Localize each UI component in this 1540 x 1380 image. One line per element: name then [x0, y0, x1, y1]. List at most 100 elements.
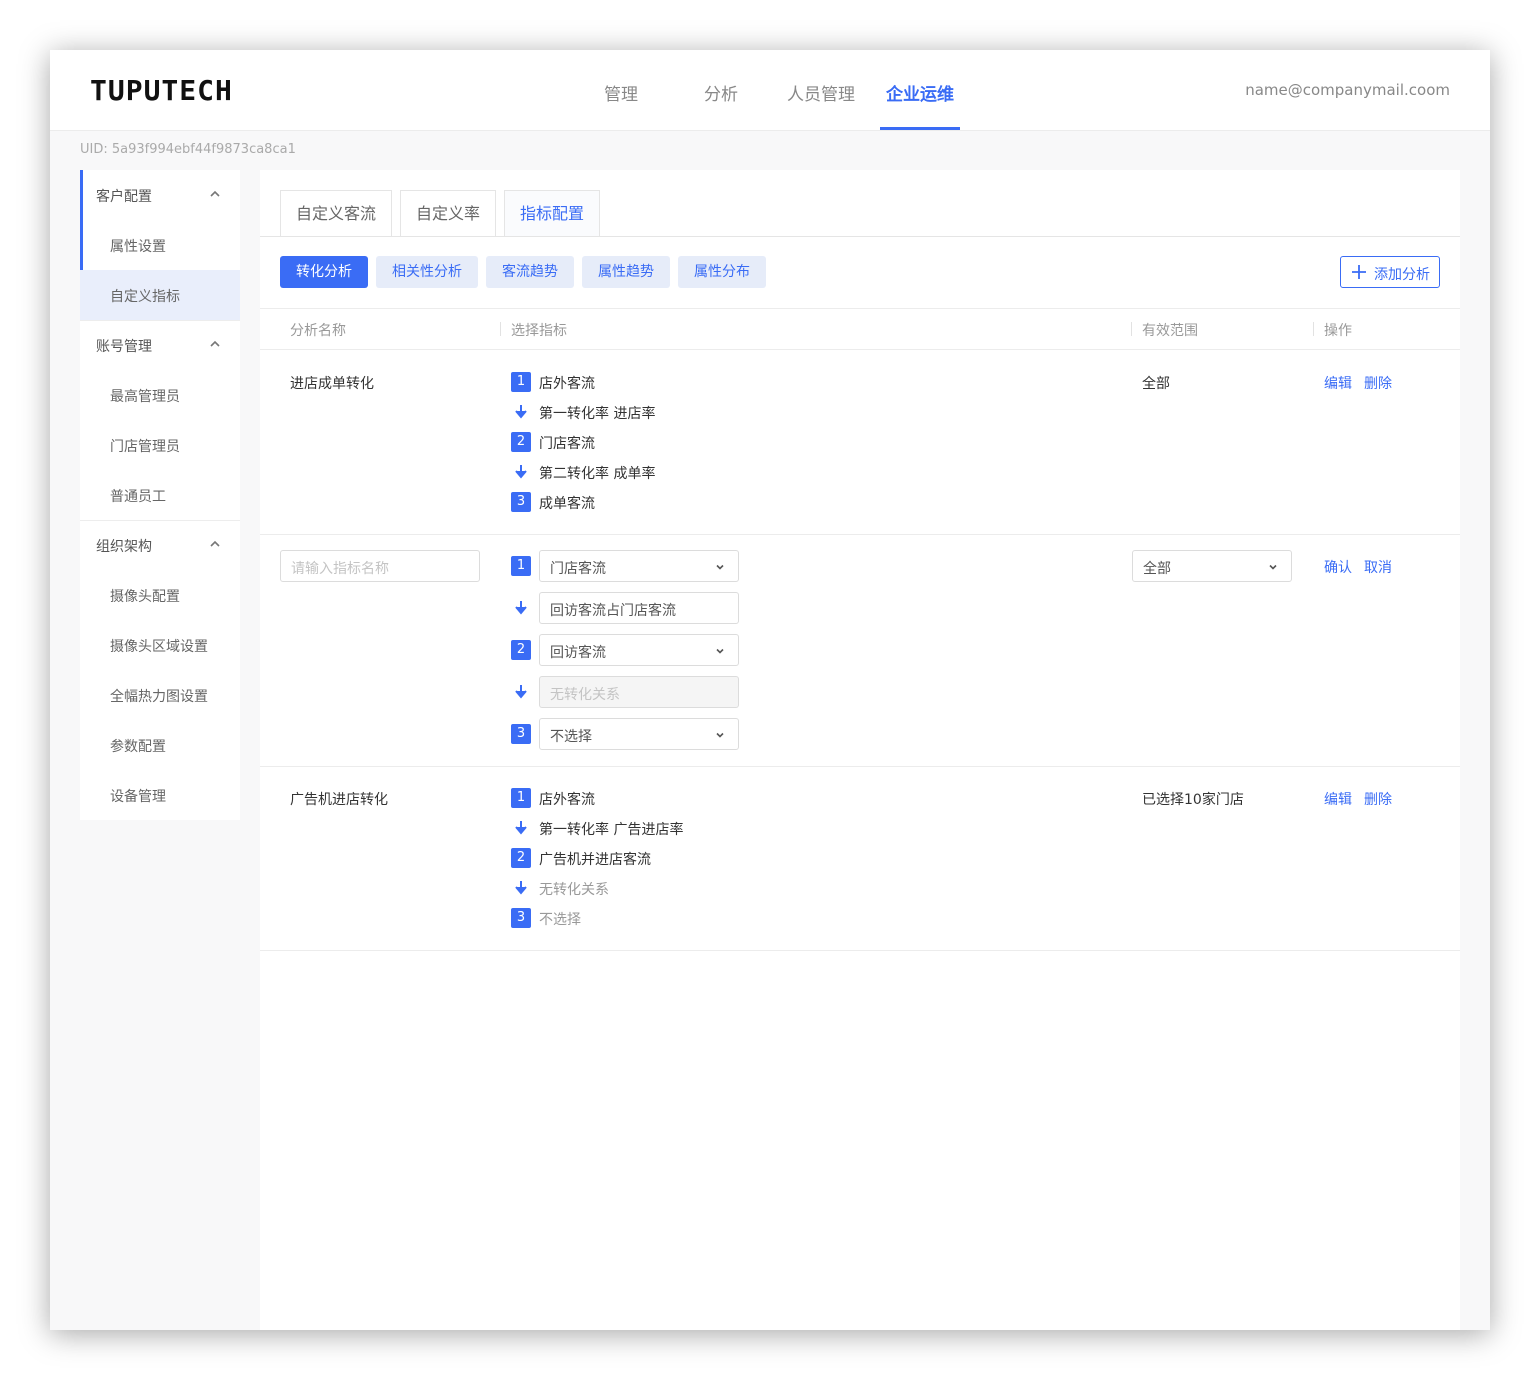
step2-select-value: 回访客流: [550, 645, 606, 661]
rate2-input-disabled: 无转化关系: [539, 676, 739, 708]
add-analysis-label: 添加分析: [1374, 267, 1430, 283]
step-number-badge: 3: [511, 492, 531, 512]
nav-manage[interactable]: 管理: [601, 80, 641, 105]
row1-edit-link[interactable]: 编辑: [1324, 373, 1352, 393]
chevron-up-icon: [210, 340, 220, 347]
row3-rate2-text: 无转化关系: [539, 882, 609, 898]
user-email[interactable]: name@companymail.coom: [1245, 81, 1450, 99]
sidebar-group-label: 客户配置: [96, 189, 152, 205]
step1-select[interactable]: 门店客流: [539, 550, 739, 582]
app-window: TUPUTECH 管理 分析 人员管理 企业运维 name@companymai…: [50, 50, 1490, 1330]
sidebar-group-label: 账号管理: [96, 339, 152, 355]
rate1-input[interactable]: 回访客流占门店客流: [539, 592, 739, 624]
sidebar-item-camera-area[interactable]: 摄像头区域设置: [80, 620, 240, 670]
plus-icon: [1352, 265, 1366, 279]
row-divider: [260, 766, 1460, 767]
row1-scope: 全部: [1142, 376, 1170, 392]
sidebar-item-label: 自定义指标: [110, 289, 180, 305]
row1-step3-text: 成单客流: [539, 496, 595, 512]
row1-name: 进店成单转化: [290, 376, 374, 392]
sidebar-item-label: 摄像头区域设置: [110, 639, 208, 655]
tabs-divider: [260, 236, 1460, 237]
sidebar-item-attributes[interactable]: 属性设置: [80, 220, 240, 270]
row1-step1-text: 店外客流: [539, 376, 595, 392]
subtab-flow-trend[interactable]: 客流趋势: [486, 256, 574, 288]
cancel-link[interactable]: 取消: [1364, 557, 1392, 577]
row-divider: [260, 534, 1460, 535]
subtab-attr-dist[interactable]: 属性分布: [678, 256, 766, 288]
sidebar-group-org[interactable]: 组织架构: [80, 520, 240, 570]
arrow-down-icon: [515, 821, 527, 835]
chevron-down-icon: [716, 648, 724, 654]
sidebar-item-label: 摄像头配置: [110, 589, 180, 605]
nav-people[interactable]: 人员管理: [781, 80, 861, 105]
step-number-badge: 3: [511, 724, 531, 744]
sidebar-item-store-admin[interactable]: 门店管理员: [80, 420, 240, 470]
chevron-down-icon: [716, 564, 724, 570]
sidebar-group-label: 组织架构: [96, 539, 152, 555]
sidebar-item-label: 门店管理员: [110, 439, 180, 455]
nav-ops[interactable]: 企业运维: [880, 80, 960, 105]
header-metrics: 选择指标: [511, 323, 567, 339]
subtab-conversion[interactable]: 转化分析: [280, 256, 368, 288]
header-bottom-border: [260, 349, 1460, 350]
tab-custom-rate[interactable]: 自定义率: [400, 190, 496, 236]
rate2-placeholder: 无转化关系: [550, 687, 620, 703]
step-number-badge: 2: [511, 640, 531, 660]
step3-select-value: 不选择: [550, 729, 592, 745]
logo: TUPUTECH: [90, 74, 233, 107]
header-actions: 操作: [1324, 323, 1352, 339]
metric-name-input[interactable]: 请输入指标名称: [280, 550, 480, 582]
step2-select[interactable]: 回访客流: [539, 634, 739, 666]
sidebar-item-params[interactable]: 参数配置: [80, 720, 240, 770]
step-number-badge: 2: [511, 848, 531, 868]
row3-step2-text: 广告机并进店客流: [539, 852, 651, 868]
table-top-border: [260, 308, 1460, 309]
subtab-attr-trend[interactable]: 属性趋势: [582, 256, 670, 288]
row1-delete-link[interactable]: 删除: [1364, 373, 1392, 393]
sidebar-item-label: 设备管理: [110, 789, 166, 805]
sidebar-item-label: 属性设置: [110, 239, 166, 255]
sidebar-item-super-admin[interactable]: 最高管理员: [80, 370, 240, 420]
nav-active-indicator: [880, 127, 960, 130]
arrow-down-icon: [515, 465, 527, 479]
sidebar-group-customer[interactable]: 客户配置: [80, 170, 240, 220]
scope-select-value: 全部: [1143, 561, 1171, 577]
row3-edit-link[interactable]: 编辑: [1324, 789, 1352, 809]
add-analysis-button[interactable]: 添加分析: [1340, 256, 1440, 288]
row3-step3-text: 不选择: [539, 912, 581, 928]
step-number-badge: 1: [511, 372, 531, 392]
sidebar-item-devices[interactable]: 设备管理: [80, 770, 240, 820]
sidebar-item-label: 普通员工: [110, 489, 166, 505]
sidebar-item-label: 全幅热力图设置: [110, 689, 208, 705]
header-name: 分析名称: [290, 323, 346, 339]
tab-custom-flow[interactable]: 自定义客流: [280, 190, 392, 236]
sidebar-group-accounts[interactable]: 账号管理: [80, 320, 240, 370]
sidebar-item-camera-config[interactable]: 摄像头配置: [80, 570, 240, 620]
confirm-link[interactable]: 确认: [1324, 557, 1352, 577]
row1-step2-text: 门店客流: [539, 436, 595, 452]
row1-rate2-text: 第二转化率 成单率: [539, 466, 656, 482]
chevron-up-icon: [210, 190, 220, 197]
nav-analysis[interactable]: 分析: [701, 80, 741, 105]
sidebar-item-heatmap[interactable]: 全幅热力图设置: [80, 670, 240, 720]
chevron-down-icon: [716, 732, 724, 738]
row3-delete-link[interactable]: 删除: [1364, 789, 1392, 809]
step3-select[interactable]: 不选择: [539, 718, 739, 750]
metric-name-placeholder: 请输入指标名称: [291, 561, 389, 577]
main-panel: 自定义客流 自定义率 指标配置 转化分析 相关性分析 客流趋势 属性趋势 属性分…: [260, 170, 1460, 1330]
tab-metric-config[interactable]: 指标配置: [504, 190, 600, 236]
header-scope: 有效范围: [1142, 323, 1198, 339]
subtab-correlation[interactable]: 相关性分析: [376, 256, 478, 288]
arrow-down-icon: [515, 601, 527, 615]
chevron-up-icon: [210, 540, 220, 547]
sidebar-item-staff[interactable]: 普通员工: [80, 470, 240, 520]
arrow-down-icon: [515, 881, 527, 895]
row3-step1-text: 店外客流: [539, 792, 595, 808]
step-number-badge: 2: [511, 432, 531, 452]
sidebar-item-custom-metrics[interactable]: 自定义指标: [80, 270, 240, 320]
step-number-badge: 3: [511, 908, 531, 928]
scope-select[interactable]: 全部: [1132, 550, 1292, 582]
rate1-input-value: 回访客流占门店客流: [550, 603, 676, 619]
arrow-down-icon: [515, 685, 527, 699]
